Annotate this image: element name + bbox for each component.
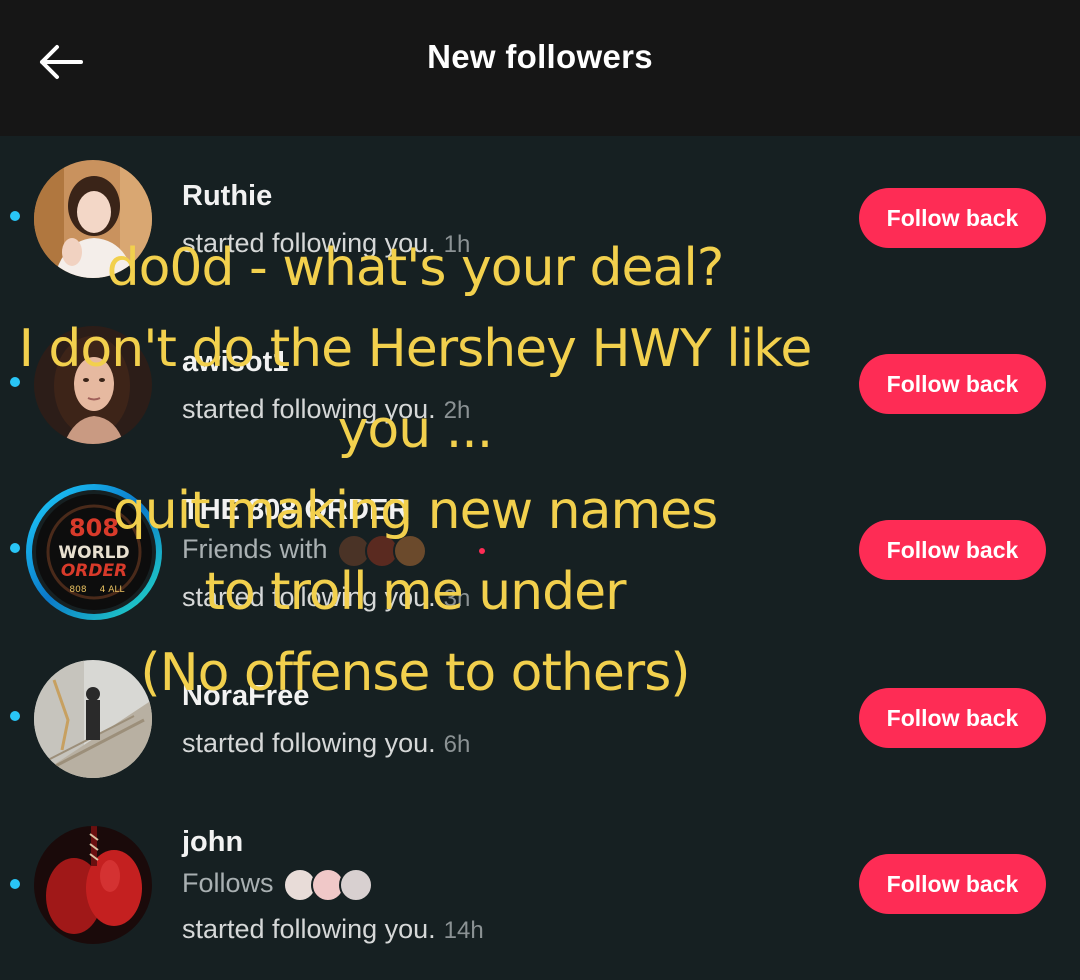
notification-dot: [478, 548, 485, 554]
activity-text: started following you.: [182, 728, 436, 758]
follower-name[interactable]: john: [182, 826, 243, 859]
list-item[interactable]: Ruthie started following you. 1h Follow b…: [0, 150, 1080, 290]
follow-activity: started following you. 3h: [182, 582, 470, 613]
follow-activity: started following you. 6h: [182, 728, 470, 759]
svg-text:4 ALL: 4 ALL: [100, 585, 125, 595]
list-item[interactable]: awisot1 started following you. 2h Follow …: [0, 316, 1080, 456]
follow-activity: started following you. 14h: [182, 914, 484, 945]
time-ago: 3h: [443, 585, 471, 612]
list-item[interactable]: 808 WORLD ORDER 808 4 ALL THE 808 ORDER …: [0, 482, 1080, 622]
follows-context: Follows: [182, 868, 374, 902]
activity-text: started following you.: [182, 394, 436, 424]
svg-text:808: 808: [69, 514, 119, 542]
time-ago: 6h: [443, 731, 471, 758]
list-item[interactable]: john Follows started following you. 14h F…: [0, 816, 1080, 956]
avatar[interactable]: [34, 160, 152, 278]
activity-text: started following you.: [182, 914, 436, 944]
list-item[interactable]: NoraFree started following you. 6h Follow…: [0, 650, 1080, 790]
svg-text:ORDER: ORDER: [61, 561, 127, 581]
world-order-logo: 808 WORLD ORDER 808 4 ALL: [36, 494, 152, 610]
svg-text:WORLD: WORLD: [58, 543, 129, 563]
follow-back-button[interactable]: Follow back: [859, 688, 1046, 748]
follow-back-button[interactable]: Follow back: [859, 520, 1046, 580]
activity-text: started following you.: [182, 228, 436, 258]
context-label: Follows: [182, 868, 274, 899]
mini-avatar: [393, 534, 428, 568]
follower-name[interactable]: NoraFree: [182, 680, 309, 713]
follow-back-button[interactable]: Follow back: [859, 188, 1046, 248]
follow-back-button[interactable]: Follow back: [859, 854, 1046, 914]
avatar[interactable]: 808 WORLD ORDER 808 4 ALL: [26, 484, 162, 620]
follow-back-button[interactable]: Follow back: [859, 354, 1046, 414]
unread-dot: [10, 543, 20, 553]
time-ago: 14h: [443, 917, 484, 944]
top-bar: New followers: [0, 0, 1080, 136]
unread-dot: [10, 879, 20, 889]
time-ago: 2h: [443, 397, 471, 424]
follow-activity: started following you. 1h: [182, 228, 470, 259]
unread-dot: [10, 211, 20, 221]
unread-dot: [10, 377, 20, 387]
avatar[interactable]: [34, 826, 152, 944]
time-ago: 1h: [443, 231, 471, 258]
mutual-friends: Friends with: [182, 534, 485, 568]
context-label: Friends with: [182, 534, 328, 565]
mutual-avatars[interactable]: [337, 534, 428, 568]
follower-name[interactable]: THE 808 ORDER: [182, 494, 409, 527]
avatar-inner: 808 WORLD ORDER 808 4 ALL: [32, 490, 156, 614]
svg-text:808: 808: [69, 585, 86, 595]
avatar[interactable]: [34, 660, 152, 778]
follower-name[interactable]: awisot1: [182, 346, 288, 379]
follower-name[interactable]: Ruthie: [182, 180, 272, 213]
avatar[interactable]: [34, 326, 152, 444]
page-title: New followers: [427, 38, 653, 75]
mini-avatar: [339, 868, 374, 902]
follow-activity: started following you. 2h: [182, 394, 470, 425]
mutual-avatars[interactable]: [283, 868, 374, 902]
activity-text: started following you.: [182, 582, 436, 612]
overlay-caption: do0d - what's your deal? I don't do the …: [0, 228, 830, 714]
unread-dot: [10, 711, 20, 721]
